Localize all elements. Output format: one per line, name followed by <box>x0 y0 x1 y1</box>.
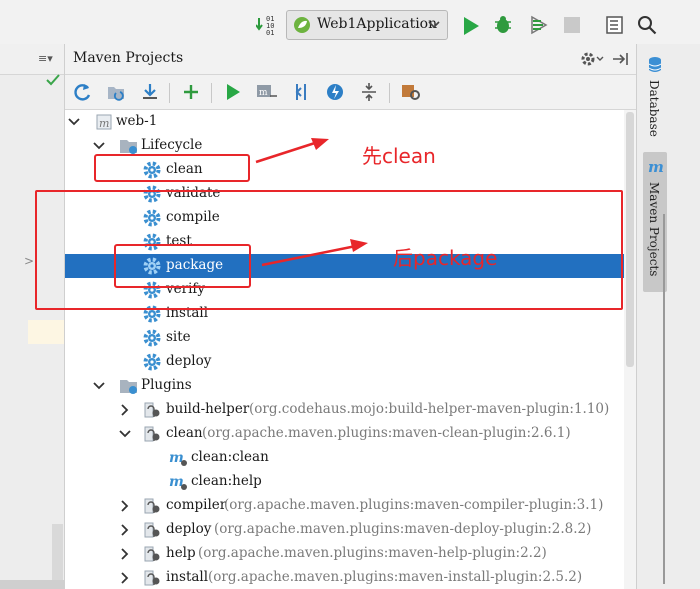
annotation-second-step: 后package <box>393 246 498 270</box>
annotation-arrows <box>255 138 368 267</box>
annotation-first-step: 先clean <box>362 144 436 168</box>
